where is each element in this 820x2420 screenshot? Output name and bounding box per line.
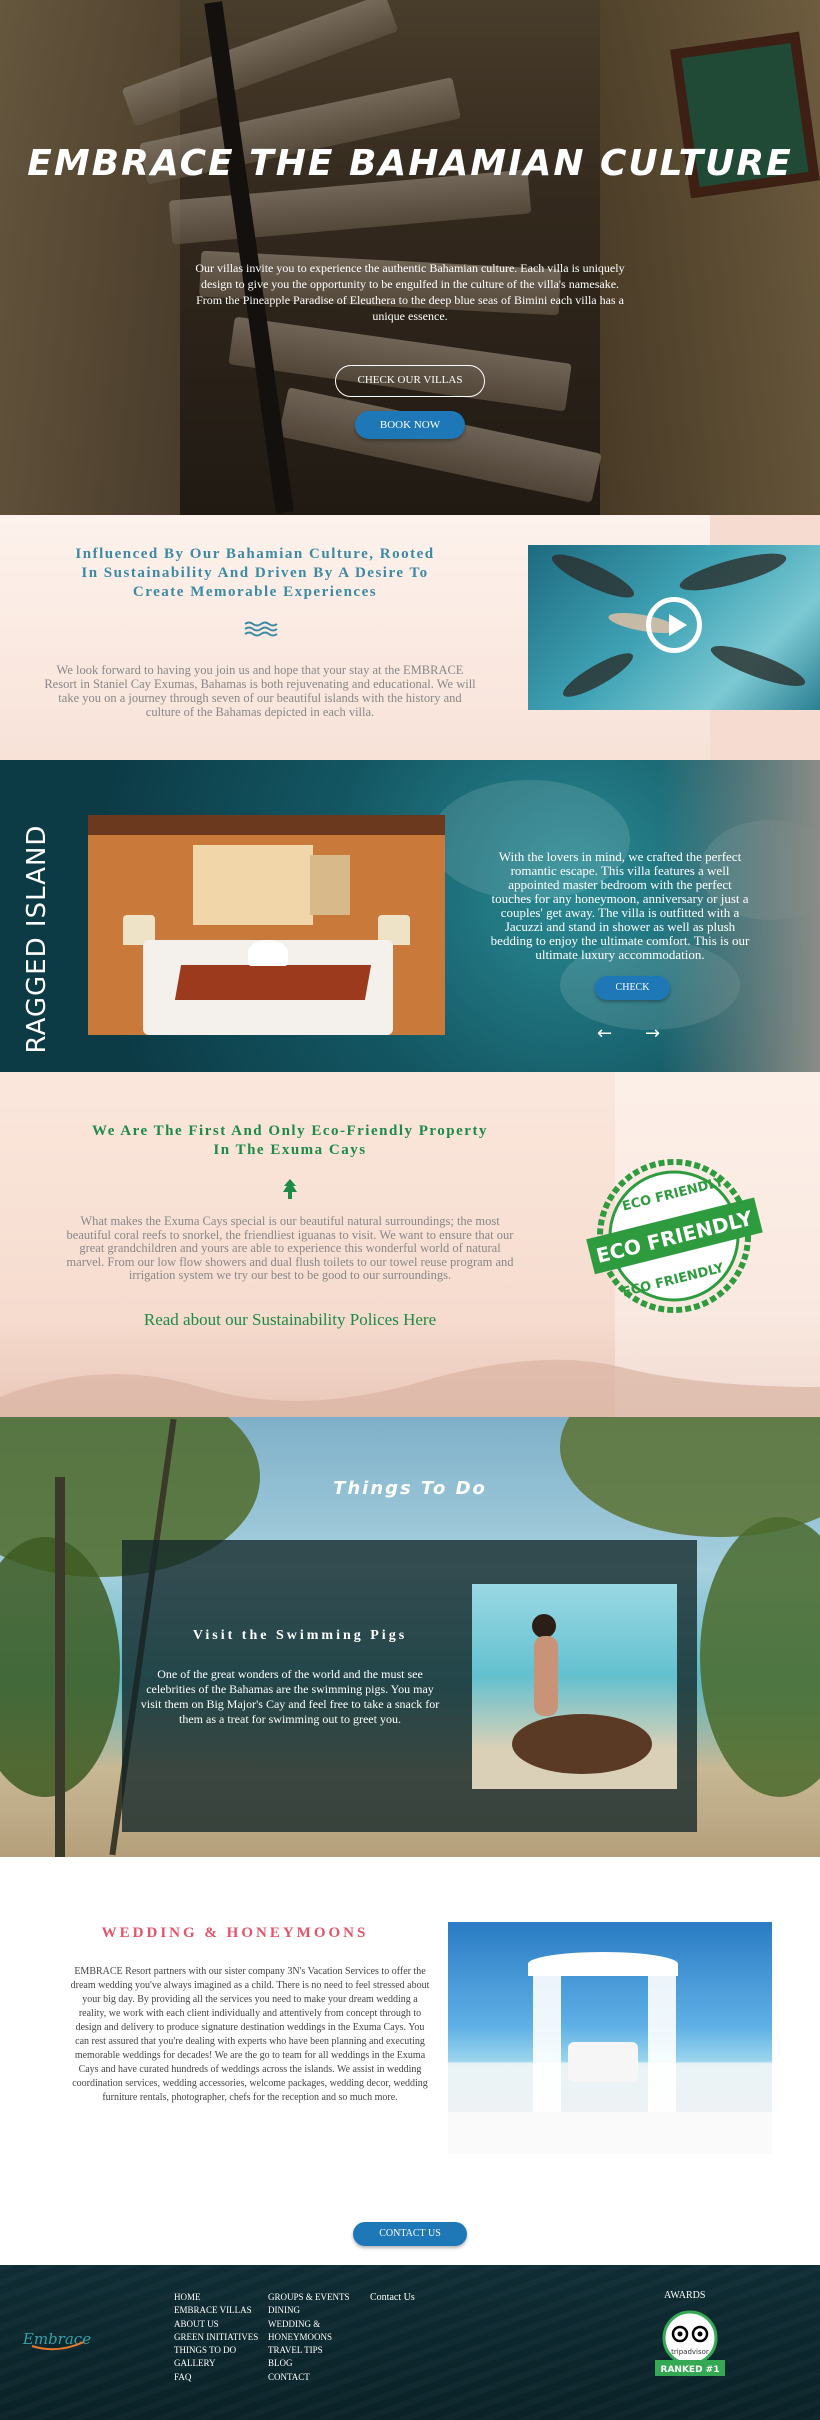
nurse-shark <box>558 646 638 704</box>
footer-link[interactable]: ABOUT US <box>174 2318 258 2331</box>
villa-bedroom-image <box>88 815 445 1035</box>
contact-us-button[interactable]: CONTACT US <box>353 2222 467 2246</box>
drape <box>648 1972 676 2122</box>
woman-body <box>534 1636 558 1716</box>
footer-link[interactable]: HOME <box>174 2291 258 2304</box>
wedding-gazebo-image <box>448 1922 772 2154</box>
nurse-shark <box>676 546 790 598</box>
eco-friendly-badge: ECO FRIENDLY ECO FRIENDLY ECO FRIENDLY <box>586 1159 763 1313</box>
drape <box>533 1972 561 2122</box>
deck <box>448 2112 772 2154</box>
footer-link[interactable]: WEDDING & <box>268 2318 350 2331</box>
play-icon[interactable] <box>646 597 702 653</box>
nurse-shark <box>547 547 639 605</box>
sustainability-link[interactable]: Read about our Sustainability Polices He… <box>60 1310 520 1330</box>
awards-heading: AWARDS <box>664 2290 706 2301</box>
window-curtains <box>193 845 313 925</box>
footer-link[interactable]: CONTACT <box>268 2371 350 2384</box>
wedding-title: WEDDING & HONEYMOONS <box>101 1925 369 1941</box>
footer-link[interactable]: DINING <box>268 2304 350 2317</box>
wedding-text: EMBRACE Resort partners with our sister … <box>70 1966 430 2103</box>
footer-nav-col-2: GROUPS & EVENTS DINING WEDDING & HONEYMO… <box>268 2291 350 2384</box>
hero-title: EMBRACE THE BAHAMIAN CULTURE <box>27 143 793 184</box>
footer-link[interactable]: FAQ <box>174 2371 258 2384</box>
things-to-do-title: Things To Do <box>333 1478 487 1499</box>
pig <box>512 1714 652 1774</box>
villa-check-button[interactable]: CHECK <box>595 976 670 1000</box>
footer-link[interactable]: GREEN INITIATIVES <box>174 2331 258 2344</box>
hills-silhouette <box>0 1359 820 1417</box>
check-villas-button[interactable]: CHECK OUR VILLAS <box>335 365 485 397</box>
curtain <box>310 855 350 915</box>
tree-icon <box>283 1179 297 1199</box>
footer-link[interactable]: EMBRACE VILLAS <box>174 2304 258 2317</box>
video-thumbnail[interactable] <box>528 545 820 710</box>
svg-text:tripadvisor: tripadvisor <box>671 2348 709 2356</box>
villa-name: RAGGED ISLAND <box>22 824 52 1054</box>
activity-title: Visit the Swimming Pigs <box>192 1628 408 1643</box>
eco-title: We Are The First And Only Eco-Friendly P… <box>92 1123 488 1158</box>
arrow-right-icon[interactable]: → <box>645 1023 660 1044</box>
svg-text:RANKED #1: RANKED #1 <box>661 2365 720 2375</box>
daybed <box>568 2042 638 2082</box>
villa-description: With the lovers in mind, we crafted the … <box>490 849 750 962</box>
bed-runner <box>174 965 372 1000</box>
footer-link[interactable]: THINGS TO DO <box>174 2344 258 2357</box>
footer-link[interactable]: GALLERY <box>174 2357 258 2370</box>
swimming-pigs-image <box>472 1584 677 1789</box>
eco-text: What makes the Exuma Cays special is our… <box>66 1214 514 1282</box>
footer-contact-heading[interactable]: Contact Us <box>370 2292 415 2303</box>
footer-link[interactable]: HONEYMOONS <box>268 2331 350 2344</box>
intro-text: We look forward to having you join us an… <box>44 663 476 719</box>
book-now-button[interactable]: BOOK NOW <box>355 411 465 439</box>
embrace-logo[interactable]: Embrace <box>22 2320 92 2356</box>
waves-icon <box>244 621 278 637</box>
intro-title: Influenced By Our Bahamian Culture, Root… <box>75 546 435 600</box>
nurse-shark <box>707 638 809 694</box>
footer-link[interactable]: GROUPS & EVENTS <box>268 2291 350 2304</box>
footer-link[interactable]: BLOG <box>268 2357 350 2370</box>
intro-section: Influenced By Our Bahamian Culture, Root… <box>0 515 820 760</box>
tree-trunk <box>55 1477 65 1857</box>
tree-canopy <box>700 1517 820 1797</box>
arrow-left-icon[interactable]: ← <box>597 1023 612 1044</box>
footer-link[interactable]: TRAVEL TIPS <box>268 2344 350 2357</box>
towel-swans <box>248 940 288 966</box>
woman-head <box>532 1614 556 1638</box>
tripadvisor-badge[interactable]: tripadvisor RANKED #1 <box>645 2310 735 2382</box>
footer-nav-col-1: HOME EMBRACE VILLAS ABOUT US GREEN INITI… <box>174 2291 258 2384</box>
ceiling-beam <box>88 815 445 835</box>
hero-intro-text: Our villas invite you to experience the … <box>195 261 625 323</box>
hero-section: EMBRACE THE BAHAMIAN CULTURE Our villas … <box>0 0 820 515</box>
activity-text: One of the great wonders of the world an… <box>140 1667 440 1726</box>
